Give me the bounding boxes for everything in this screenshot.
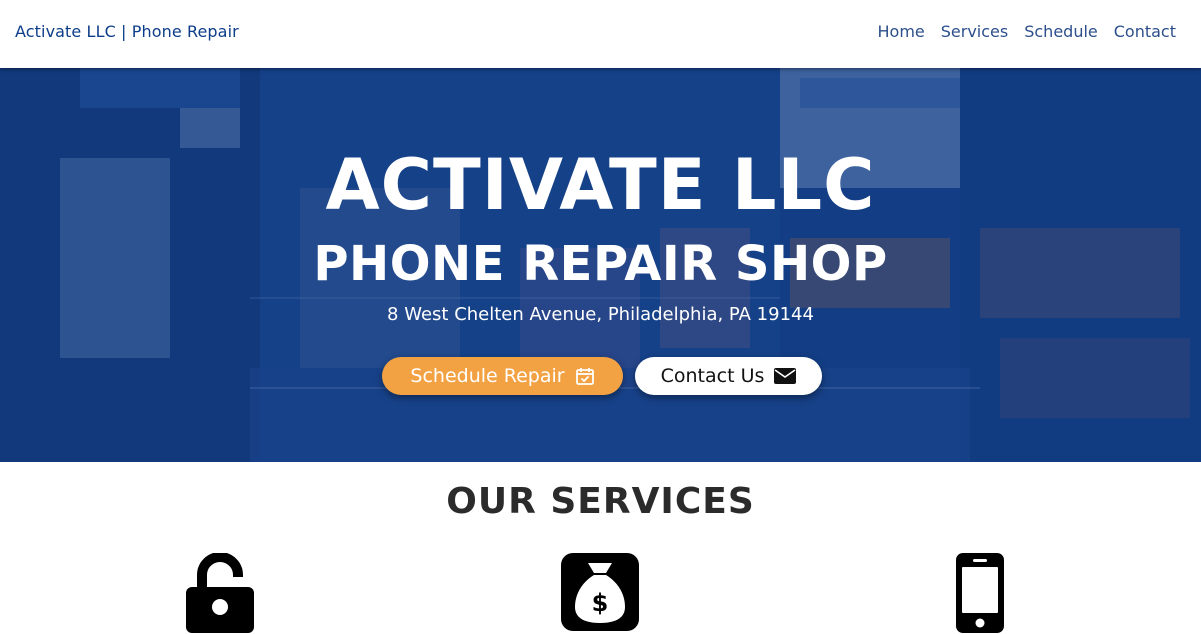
schedule-repair-button[interactable]: Schedule Repair (382, 357, 623, 395)
hero-title: ACTIVATE LLC (325, 144, 876, 226)
hero-address: 8 West Chelten Avenue, Philadelphia, PA … (387, 304, 814, 325)
svg-text:$: $ (592, 589, 609, 617)
nav-link-schedule[interactable]: Schedule (1024, 22, 1098, 41)
hero-subtitle: PHONE REPAIR SHOP (313, 236, 888, 292)
nav-link-home[interactable]: Home (878, 22, 925, 41)
contact-us-button[interactable]: Contact Us (635, 357, 822, 395)
services-title: OUR SERVICES (446, 481, 755, 522)
money-bag-icon: $ (561, 553, 639, 631)
mobile-phone-icon (956, 553, 1004, 633)
brand-link[interactable]: Activate LLC | Phone Repair (15, 22, 239, 41)
envelope-icon (774, 368, 797, 384)
nav-links: Home Services Schedule Contact (878, 22, 1177, 41)
navbar: Activate LLC | Phone Repair Home Service… (0, 0, 1201, 68)
unlock-icon (186, 553, 254, 633)
hero-section: ACTIVATE LLC PHONE REPAIR SHOP 8 West Ch… (0, 68, 1201, 462)
calendar-check-icon (575, 368, 594, 385)
nav-link-services[interactable]: Services (941, 22, 1008, 41)
schedule-repair-label: Schedule Repair (410, 365, 565, 387)
contact-us-label: Contact Us (660, 365, 765, 387)
nav-link-contact[interactable]: Contact (1114, 22, 1176, 41)
